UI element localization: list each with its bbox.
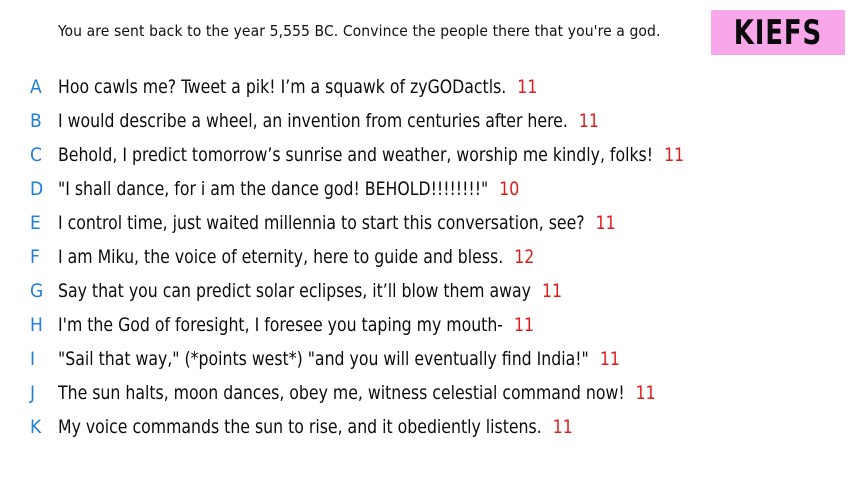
answer-text: Say that you can predict solar eclipses,… xyxy=(58,280,531,302)
answer-score: 11 xyxy=(595,212,616,234)
answer-score: 10 xyxy=(499,178,520,200)
answer-text: I control time, just waited millennia to… xyxy=(58,212,585,234)
answer-score: 11 xyxy=(578,110,599,132)
answer-row: G Say that you can predict solar eclipse… xyxy=(0,276,853,306)
answer-letter: D xyxy=(30,178,44,200)
answer-score: 11 xyxy=(541,280,562,302)
answer-row: F I am Miku, the voice of eternity, here… xyxy=(0,242,853,272)
answer-text-wrap: Behold, I predict tomorrow’s sunrise and… xyxy=(58,144,684,166)
answer-text-wrap: Hoo cawls me? Tweet a pik! I’m a squawk … xyxy=(58,76,537,98)
answer-text-wrap: My voice commands the sun to rise, and i… xyxy=(58,416,573,438)
answer-text: "I shall dance, for i am the dance god! … xyxy=(58,178,489,200)
answer-letter: H xyxy=(30,314,43,336)
answer-text: "Sail that way," (*points west*) "and yo… xyxy=(58,348,589,370)
answer-text-wrap: "Sail that way," (*points west*) "and yo… xyxy=(58,348,620,370)
answer-row: B I would describe a wheel, an invention… xyxy=(0,106,853,136)
answer-letter: F xyxy=(30,246,40,268)
answer-row: K My voice commands the sun to rise, and… xyxy=(0,412,853,442)
answer-letter: E xyxy=(30,212,41,234)
answer-score: 11 xyxy=(514,314,535,336)
answer-text: Hoo cawls me? Tweet a pik! I’m a squawk … xyxy=(58,76,507,98)
prompt-text: You are sent back to the year 5,555 BC. … xyxy=(58,22,661,40)
answer-text-wrap: "I shall dance, for i am the dance god! … xyxy=(58,178,519,200)
answer-text-wrap: I'm the God of foresight, I foresee you … xyxy=(58,314,534,336)
answer-letter: I xyxy=(30,348,36,370)
answer-row: I "Sail that way," (*points west*) "and … xyxy=(0,344,853,374)
answer-text-wrap: Say that you can predict solar eclipses,… xyxy=(58,280,562,302)
answer-text-wrap: The sun halts, moon dances, obey me, wit… xyxy=(58,382,656,404)
answer-row: D "I shall dance, for i am the dance god… xyxy=(0,174,853,204)
answer-score: 11 xyxy=(599,348,620,370)
answer-score: 12 xyxy=(514,246,535,268)
answer-letter: G xyxy=(30,280,44,302)
answer-letter: J xyxy=(30,382,36,404)
answer-text-wrap: I would describe a wheel, an invention f… xyxy=(58,110,599,132)
answer-score: 11 xyxy=(517,76,538,98)
answer-score: 11 xyxy=(635,382,656,404)
answer-text: Behold, I predict tomorrow’s sunrise and… xyxy=(58,144,654,166)
answer-row: H I'm the God of foresight, I foresee yo… xyxy=(0,310,853,340)
team-badge-label: KIEFS xyxy=(733,12,823,53)
team-badge: KIEFS xyxy=(711,10,845,55)
answer-row: C Behold, I predict tomorrow’s sunrise a… xyxy=(0,140,853,170)
answer-text: The sun halts, moon dances, obey me, wit… xyxy=(58,382,625,404)
answer-letter: B xyxy=(30,110,42,132)
answer-text: I would describe a wheel, an invention f… xyxy=(58,110,568,132)
answer-letter: C xyxy=(30,144,42,166)
answer-row: E I control time, just waited millennia … xyxy=(0,208,853,238)
answer-text-wrap: I control time, just waited millennia to… xyxy=(58,212,616,234)
answer-letter: A xyxy=(30,76,42,98)
answer-letter: K xyxy=(30,416,42,438)
answer-text: I am Miku, the voice of eternity, here t… xyxy=(58,246,504,268)
answer-text-wrap: I am Miku, the voice of eternity, here t… xyxy=(58,246,534,268)
answer-row: J The sun halts, moon dances, obey me, w… xyxy=(0,378,853,408)
answer-score: 11 xyxy=(552,416,573,438)
answer-text: My voice commands the sun to rise, and i… xyxy=(58,416,542,438)
answer-score: 11 xyxy=(664,144,685,166)
answer-row: A Hoo cawls me? Tweet a pik! I’m a squaw… xyxy=(0,72,853,102)
answer-text: I'm the God of foresight, I foresee you … xyxy=(58,314,503,336)
